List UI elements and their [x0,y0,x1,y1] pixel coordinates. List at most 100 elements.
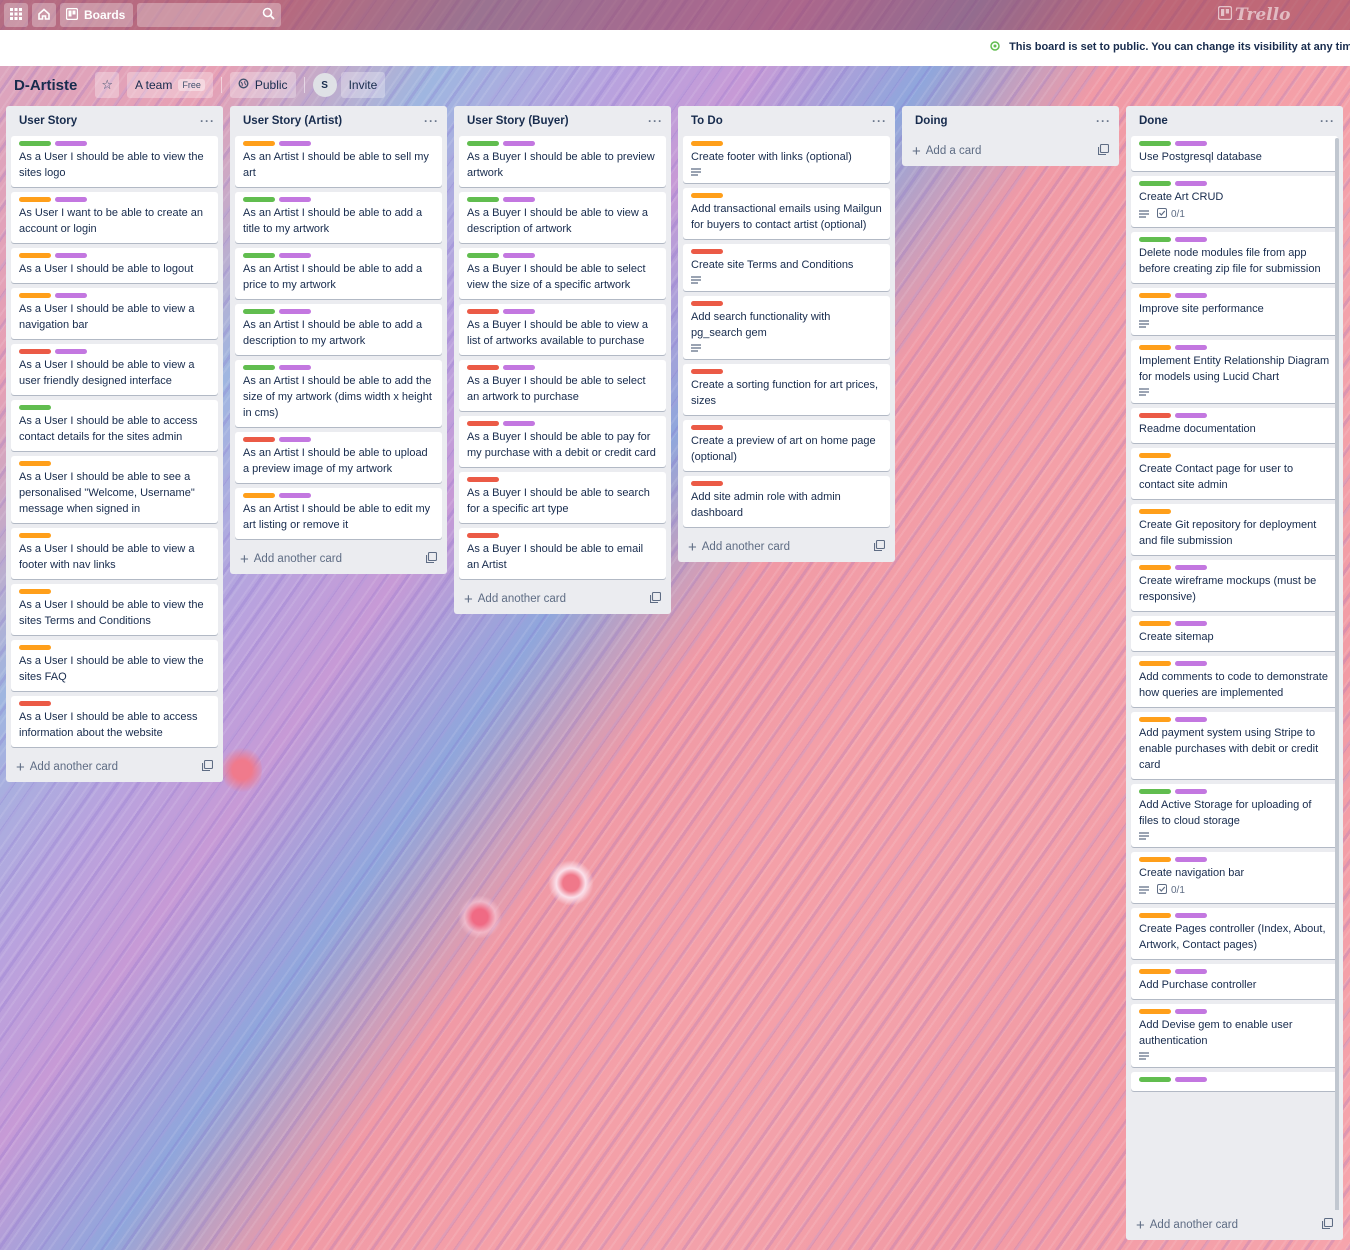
card[interactable]: As an Artist I should be able to add the… [235,360,442,427]
globe-icon [238,78,249,92]
list-header[interactable]: To Do ··· [678,106,895,136]
add-card-button[interactable]: + Add a card [902,136,1119,166]
label-purple [1175,413,1207,418]
list-title[interactable]: User Story [19,115,77,127]
list-menu-icon[interactable]: ··· [872,114,887,128]
card[interactable]: Create Contact page for user to contact … [1131,448,1338,499]
card[interactable]: As a User I should be able to view a foo… [11,528,218,579]
card[interactable]: As User I want to be able to create an a… [11,192,218,243]
card[interactable]: Add payment system using Stripe to enabl… [1131,712,1338,779]
card-title: Add payment system using Stripe to enabl… [1139,727,1319,771]
list-title[interactable]: To Do [691,115,723,127]
trello-logo[interactable]: Trello [1217,5,1290,25]
add-card-button[interactable]: + Add another card [1126,1210,1343,1240]
card-template-icon[interactable] [1097,143,1110,158]
card[interactable]: As a User I should be able to access con… [11,400,218,451]
card[interactable]: As an Artist I should be able to edit my… [235,488,442,539]
add-card-button[interactable]: + Add another card [6,752,223,782]
card[interactable]: As a User I should be able to access inf… [11,696,218,747]
card[interactable]: As a User I should be able to view the s… [11,584,218,635]
card[interactable]: Create wireframe mockups (must be respon… [1131,560,1338,611]
list-title[interactable]: User Story (Buyer) [467,115,569,127]
list-title[interactable]: User Story (Artist) [243,115,342,127]
search-input[interactable] [137,3,282,27]
card[interactable]: Create site Terms and Conditions [683,244,890,291]
member-avatar[interactable]: S [312,73,337,97]
card[interactable]: As a Buyer I should be able to select an… [459,360,666,411]
card[interactable]: As an Artist I should be able to upload … [235,432,442,483]
card[interactable]: As an Artist I should be able to add a t… [235,192,442,243]
card-badges [1139,832,1330,841]
card[interactable]: As a Buyer I should be able to pay for m… [459,416,666,467]
add-card-button[interactable]: + Add another card [454,584,671,614]
card[interactable]: Readme documentation [1131,408,1338,443]
list-menu-icon[interactable]: ··· [200,114,215,128]
visibility-button[interactable]: Public [229,72,296,98]
star-button[interactable]: ☆ [95,72,119,98]
card[interactable]: Create Art CRUD 0/1 [1131,176,1338,227]
card-title: Add Active Storage for uploading of file… [1139,799,1312,827]
list-header[interactable]: User Story ··· [6,106,223,136]
card[interactable]: As a Buyer I should be able to search fo… [459,472,666,523]
card[interactable]: As a User I should be able to see a pers… [11,456,218,523]
card[interactable]: Create Pages controller (Index, About, A… [1131,908,1338,959]
card[interactable]: Improve site performance [1131,288,1338,335]
list-header[interactable]: User Story (Artist) ··· [230,106,447,136]
card[interactable]: Create footer with links (optional) [683,136,890,183]
card[interactable]: As a Buyer I should be able to view a de… [459,192,666,243]
card[interactable]: As a User I should be able to view a nav… [11,288,218,339]
card[interactable]: Create sitemap [1131,616,1338,651]
card[interactable]: As a User I should be able to view the s… [11,640,218,691]
card[interactable] [1131,1072,1338,1091]
board-title[interactable]: D-Artiste [8,77,83,94]
card-template-icon[interactable] [425,551,438,566]
card[interactable]: As a Buyer I should be able to email an … [459,528,666,579]
card[interactable]: Add Active Storage for uploading of file… [1131,784,1338,847]
list-title[interactable]: Doing [915,115,948,127]
card-template-icon[interactable] [1321,1217,1334,1232]
list-title[interactable]: Done [1139,115,1168,127]
list-header[interactable]: Done ··· [1126,106,1343,136]
card-template-icon[interactable] [201,759,214,774]
boards-button[interactable]: Boards [60,3,134,27]
card[interactable]: As a User I should be able to view a use… [11,344,218,395]
card[interactable]: Implement Entity Relationship Diagram fo… [1131,340,1338,403]
team-button[interactable]: A team Free [127,72,213,98]
list-menu-icon[interactable]: ··· [424,114,439,128]
card[interactable]: Add Purchase controller [1131,964,1338,999]
card[interactable]: Create Git repository for deployment and… [1131,504,1338,555]
card-template-icon[interactable] [873,539,886,554]
list-scrollbar[interactable] [1335,138,1339,1218]
card[interactable]: Add Devise gem to enable user authentica… [1131,1004,1338,1067]
list-menu-icon[interactable]: ··· [1320,114,1335,128]
card[interactable]: As an Artist I should be able to add a d… [235,304,442,355]
list-menu-icon[interactable]: ··· [648,114,663,128]
card[interactable]: Create navigation bar 0/1 [1131,852,1338,903]
add-card-button[interactable]: + Add another card [230,544,447,574]
card[interactable]: As a Buyer I should be able to select vi… [459,248,666,299]
card[interactable]: Create a sorting function for art prices… [683,364,890,415]
home-button[interactable] [32,3,56,27]
card[interactable]: Delete node modules file from app before… [1131,232,1338,283]
card-template-icon[interactable] [649,591,662,606]
card[interactable]: Add comments to code to demonstrate how … [1131,656,1338,707]
card[interactable]: As a Buyer I should be able to view a li… [459,304,666,355]
list-header[interactable]: User Story (Buyer) ··· [454,106,671,136]
card-labels [19,253,210,258]
card[interactable]: Add site admin role with admin dashboard [683,476,890,527]
card[interactable]: As an Artist I should be able to add a p… [235,248,442,299]
card[interactable]: As an Artist I should be able to sell my… [235,136,442,187]
card[interactable]: Add search functionality with pg_search … [683,296,890,359]
card[interactable]: Add transactional emails using Mailgun f… [683,188,890,239]
card[interactable]: As a User I should be able to view the s… [11,136,218,187]
card[interactable]: As a Buyer I should be able to preview a… [459,136,666,187]
label-orange [1139,969,1171,974]
card[interactable]: As a User I should be able to logout [11,248,218,283]
add-card-button[interactable]: + Add another card [678,532,895,562]
card[interactable]: Use Postgresql database [1131,136,1338,171]
list-menu-icon[interactable]: ··· [1096,114,1111,128]
list-header[interactable]: Doing ··· [902,106,1119,136]
card[interactable]: Create a preview of art on home page (op… [683,420,890,471]
apps-button[interactable] [4,3,28,27]
invite-button[interactable]: Invite [340,72,386,98]
